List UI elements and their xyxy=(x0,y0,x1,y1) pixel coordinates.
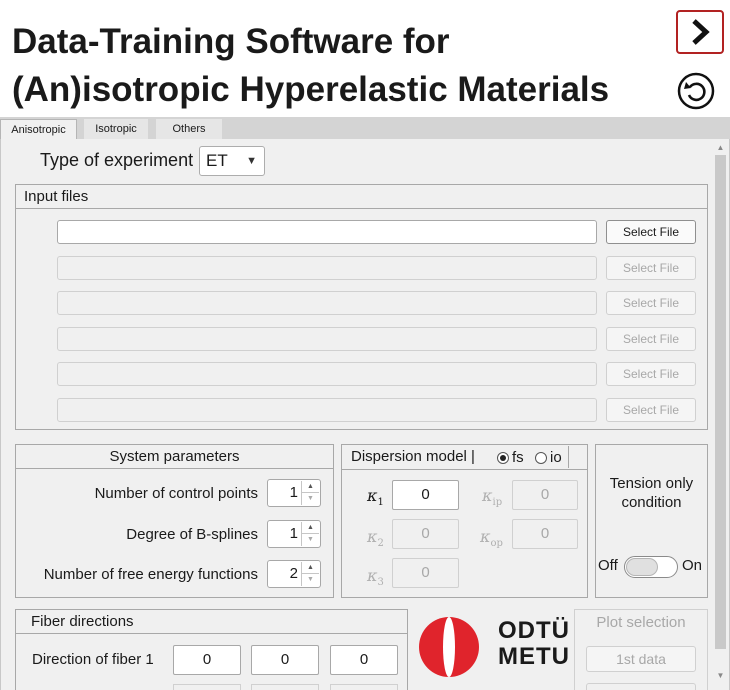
next-button[interactable] xyxy=(676,10,724,54)
fiber-1-label: Direction of fiber 1 xyxy=(32,651,154,668)
file-path-field-1[interactable] xyxy=(57,220,597,244)
scroll-up-icon[interactable]: ▲ xyxy=(713,141,728,155)
radio-io[interactable]: io xyxy=(535,450,562,466)
scroll-down-icon[interactable]: ▼ xyxy=(713,669,728,683)
free-energy-functions-spinner[interactable]: 2 ▲ ▼ xyxy=(267,560,321,588)
file-path-field-3[interactable] xyxy=(57,291,597,315)
kappa-2-symbol: κ2 xyxy=(367,527,384,550)
spinner-down-icon[interactable]: ▼ xyxy=(302,534,319,546)
tab-others[interactable]: Others xyxy=(156,119,222,139)
kappa-2-input[interactable]: 0 xyxy=(392,519,459,549)
dispersion-model-title: Dispersion model | xyxy=(351,448,475,465)
logo-text: ODTÜ METU xyxy=(498,617,570,670)
input-files-title: Input files xyxy=(16,185,707,209)
kappa-3-symbol: κ3 xyxy=(367,566,384,589)
fiber-2-z-input-partial[interactable] xyxy=(330,684,398,690)
tension-only-toggle[interactable] xyxy=(624,556,678,578)
radio-unselected-icon xyxy=(535,452,547,464)
file-path-field-2[interactable] xyxy=(57,256,597,280)
fiber-2-x-input-partial[interactable] xyxy=(173,684,241,690)
free-energy-functions-value: 2 xyxy=(289,565,298,582)
kappa-op-input[interactable]: 0 xyxy=(512,519,578,549)
toggle-knob xyxy=(626,558,658,576)
select-file-button-6[interactable]: Select File xyxy=(606,398,696,422)
radio-fs-label: fs xyxy=(512,449,524,466)
file-path-field-6[interactable] xyxy=(57,398,597,422)
scroll-thumb[interactable] xyxy=(715,155,726,649)
system-parameters-title: System parameters xyxy=(16,445,333,469)
spinner-down-icon[interactable]: ▼ xyxy=(302,493,319,505)
kappa-3-input[interactable]: 0 xyxy=(392,558,459,588)
plot-selection-title: Plot selection xyxy=(596,614,686,631)
experiment-type-label: Type of experiment xyxy=(40,150,194,170)
second-data-button-partial[interactable] xyxy=(586,683,696,690)
select-file-button-5[interactable]: Select File xyxy=(606,362,696,386)
app-title: Data-Training Software for (An)isotropic… xyxy=(12,18,652,114)
radio-group-divider xyxy=(568,446,569,468)
vertical-scrollbar[interactable]: ▲ ▼ xyxy=(713,139,728,690)
kappa-1-symbol: κ1 xyxy=(367,486,384,509)
toggle-on-label: On xyxy=(682,557,703,574)
tab-bar: Anisotropic Isotropic Others xyxy=(0,117,730,139)
chevron-right-icon xyxy=(692,19,710,45)
spinner-up-icon[interactable]: ▲ xyxy=(302,481,319,493)
spinner-down-icon[interactable]: ▼ xyxy=(302,574,319,586)
tab-isotropic[interactable]: Isotropic xyxy=(84,119,148,139)
file-path-field-5[interactable] xyxy=(57,362,597,386)
kappa-ip-input[interactable]: 0 xyxy=(512,480,578,510)
spinner-up-icon[interactable]: ▲ xyxy=(302,562,319,574)
tab-anisotropic[interactable]: Anisotropic xyxy=(0,119,77,139)
bspline-degree-spinner[interactable]: 1 ▲ ▼ xyxy=(267,520,321,548)
kappa-1-input[interactable]: 0 xyxy=(392,480,459,510)
file-path-field-4[interactable] xyxy=(57,327,597,351)
select-file-button-1[interactable]: Select File xyxy=(606,220,696,244)
free-energy-functions-label: Number of free energy functions xyxy=(43,566,258,583)
title-line-2: (An)isotropic Hyperelastic Materials xyxy=(12,70,610,109)
control-points-spinner[interactable]: 1 ▲ ▼ xyxy=(267,479,321,507)
tension-only-label: Tension only condition xyxy=(609,475,694,511)
experiment-type-value: ET xyxy=(206,151,228,170)
radio-io-label: io xyxy=(550,449,562,466)
radio-fs[interactable]: fs xyxy=(497,450,524,466)
kappa-op-symbol: κop xyxy=(480,527,503,550)
title-line-1: Data-Training Software for xyxy=(12,22,450,61)
select-file-button-2[interactable]: Select File xyxy=(606,256,696,280)
dropdown-caret-icon: ▼ xyxy=(246,155,257,167)
control-points-value: 1 xyxy=(289,484,298,501)
bspline-degree-value: 1 xyxy=(289,525,298,542)
bspline-degree-label: Degree of B-splines xyxy=(126,526,258,543)
spinner-up-icon[interactable]: ▲ xyxy=(302,522,319,534)
fiber-1-z-input[interactable]: 0 xyxy=(330,645,398,675)
fiber-1-x-input[interactable]: 0 xyxy=(173,645,241,675)
toggle-off-label: Off xyxy=(598,557,618,574)
radio-selected-icon xyxy=(497,452,509,464)
fiber-directions-title: Fiber directions xyxy=(16,610,407,634)
dispersion-title-divider xyxy=(341,469,588,470)
select-file-button-4[interactable]: Select File xyxy=(606,327,696,351)
metu-logo-icon xyxy=(419,617,479,677)
fiber-1-y-input[interactable]: 0 xyxy=(251,645,319,675)
reset-icon xyxy=(677,72,715,110)
kappa-ip-symbol: κip xyxy=(482,486,503,509)
fiber-2-y-input-partial[interactable] xyxy=(251,684,319,690)
first-data-button[interactable]: 1st data xyxy=(586,646,696,672)
control-points-label: Number of control points xyxy=(94,485,258,502)
reset-button[interactable] xyxy=(676,71,716,111)
select-file-button-3[interactable]: Select File xyxy=(606,291,696,315)
experiment-type-dropdown[interactable]: ET ▼ xyxy=(199,146,265,176)
